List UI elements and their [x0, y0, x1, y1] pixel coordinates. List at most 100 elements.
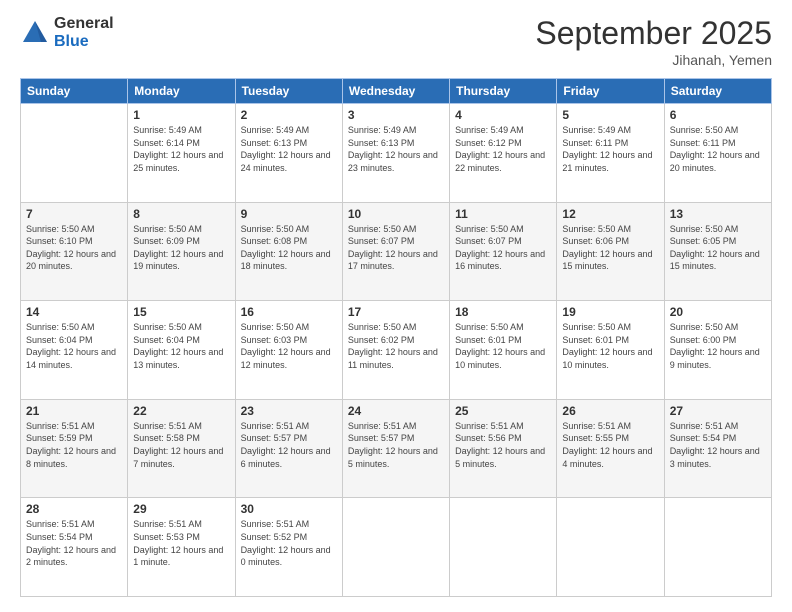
- day-info: Sunrise: 5:50 AMSunset: 6:02 PMDaylight:…: [348, 321, 444, 371]
- day-info: Sunrise: 5:51 AMSunset: 5:59 PMDaylight:…: [26, 420, 122, 470]
- calendar-cell: 21 Sunrise: 5:51 AMSunset: 5:59 PMDayligh…: [21, 399, 128, 498]
- calendar-week-row: 7 Sunrise: 5:50 AMSunset: 6:10 PMDaylight…: [21, 202, 772, 301]
- calendar-cell: 16Sunrise: 5:50 AMSunset: 6:03 PMDayligh…: [235, 301, 342, 400]
- day-info: Sunrise: 5:50 AMSunset: 6:10 PMDaylight:…: [26, 223, 122, 273]
- calendar-week-row: 28Sunrise: 5:51 AMSunset: 5:54 PMDayligh…: [21, 498, 772, 597]
- calendar-cell: 3Sunrise: 5:49 AMSunset: 6:13 PMDaylight…: [342, 104, 449, 203]
- calendar-cell: 27 Sunrise: 5:51 AMSunset: 5:54 PMDayligh…: [664, 399, 771, 498]
- calendar-cell: 9 Sunrise: 5:50 AMSunset: 6:08 PMDaylight…: [235, 202, 342, 301]
- day-number: 28: [26, 502, 122, 516]
- day-info: Sunrise: 5:50 AMSunset: 6:05 PMDaylight:…: [670, 223, 766, 273]
- day-number: 4: [455, 108, 551, 122]
- day-number: 29: [133, 502, 229, 516]
- day-info: Sunrise: 5:51 AMSunset: 5:57 PMDaylight:…: [348, 420, 444, 470]
- calendar-cell: 1Sunrise: 5:49 AMSunset: 6:14 PMDaylight…: [128, 104, 235, 203]
- calendar-cell: 15Sunrise: 5:50 AMSunset: 6:04 PMDayligh…: [128, 301, 235, 400]
- day-info: Sunrise: 5:50 AMSunset: 6:01 PMDaylight:…: [455, 321, 551, 371]
- day-info: Sunrise: 5:50 AMSunset: 6:04 PMDaylight:…: [26, 321, 122, 371]
- calendar-cell: 22 Sunrise: 5:51 AMSunset: 5:58 PMDayligh…: [128, 399, 235, 498]
- title-block: September 2025 Jihanah, Yemen: [535, 15, 772, 68]
- day-info: Sunrise: 5:50 AMSunset: 6:00 PMDaylight:…: [670, 321, 766, 371]
- calendar-cell: 28Sunrise: 5:51 AMSunset: 5:54 PMDayligh…: [21, 498, 128, 597]
- day-number: 7: [26, 207, 122, 221]
- calendar-cell: [342, 498, 449, 597]
- day-number: 1: [133, 108, 229, 122]
- day-info: Sunrise: 5:49 AMSunset: 6:12 PMDaylight:…: [455, 124, 551, 174]
- calendar-cell: 6 Sunrise: 5:50 AMSunset: 6:11 PMDaylight…: [664, 104, 771, 203]
- logo-icon: [20, 18, 50, 48]
- day-number: 5: [562, 108, 658, 122]
- day-info: Sunrise: 5:51 AMSunset: 5:57 PMDaylight:…: [241, 420, 337, 470]
- calendar-cell: 30Sunrise: 5:51 AMSunset: 5:52 PMDayligh…: [235, 498, 342, 597]
- day-number: 22: [133, 404, 229, 418]
- calendar-week-row: 21 Sunrise: 5:51 AMSunset: 5:59 PMDayligh…: [21, 399, 772, 498]
- calendar-cell: 23 Sunrise: 5:51 AMSunset: 5:57 PMDayligh…: [235, 399, 342, 498]
- calendar-cell: 14 Sunrise: 5:50 AMSunset: 6:04 PMDayligh…: [21, 301, 128, 400]
- calendar-cell: 13 Sunrise: 5:50 AMSunset: 6:05 PMDayligh…: [664, 202, 771, 301]
- day-number: 13: [670, 207, 766, 221]
- day-info: Sunrise: 5:50 AMSunset: 6:04 PMDaylight:…: [133, 321, 229, 371]
- day-number: 19: [562, 305, 658, 319]
- calendar-cell: 12Sunrise: 5:50 AMSunset: 6:06 PMDayligh…: [557, 202, 664, 301]
- calendar-cell: [664, 498, 771, 597]
- day-info: Sunrise: 5:50 AMSunset: 6:08 PMDaylight:…: [241, 223, 337, 273]
- day-number: 21: [26, 404, 122, 418]
- day-info: Sunrise: 5:51 AMSunset: 5:55 PMDaylight:…: [562, 420, 658, 470]
- calendar-cell: 17Sunrise: 5:50 AMSunset: 6:02 PMDayligh…: [342, 301, 449, 400]
- calendar-cell: 8 Sunrise: 5:50 AMSunset: 6:09 PMDaylight…: [128, 202, 235, 301]
- day-info: Sunrise: 5:49 AMSunset: 6:13 PMDaylight:…: [241, 124, 337, 174]
- column-header-monday: Monday: [128, 79, 235, 104]
- logo-general-text: General: [54, 15, 114, 33]
- column-header-saturday: Saturday: [664, 79, 771, 104]
- calendar-cell: 5Sunrise: 5:49 AMSunset: 6:11 PMDaylight…: [557, 104, 664, 203]
- calendar-cell: 10 Sunrise: 5:50 AMSunset: 6:07 PMDayligh…: [342, 202, 449, 301]
- day-info: Sunrise: 5:50 AMSunset: 6:11 PMDaylight:…: [670, 124, 766, 174]
- calendar-cell: 26 Sunrise: 5:51 AMSunset: 5:55 PMDayligh…: [557, 399, 664, 498]
- calendar-week-row: 1Sunrise: 5:49 AMSunset: 6:14 PMDaylight…: [21, 104, 772, 203]
- day-number: 8: [133, 207, 229, 221]
- column-header-friday: Friday: [557, 79, 664, 104]
- calendar-cell: 18 Sunrise: 5:50 AMSunset: 6:01 PMDayligh…: [450, 301, 557, 400]
- calendar-cell: 20Sunrise: 5:50 AMSunset: 6:00 PMDayligh…: [664, 301, 771, 400]
- column-header-wednesday: Wednesday: [342, 79, 449, 104]
- day-info: Sunrise: 5:50 AMSunset: 6:01 PMDaylight:…: [562, 321, 658, 371]
- day-number: 27: [670, 404, 766, 418]
- day-number: 6: [670, 108, 766, 122]
- day-number: 3: [348, 108, 444, 122]
- day-number: 14: [26, 305, 122, 319]
- header: General Blue September 2025 Jihanah, Yem…: [20, 15, 772, 68]
- day-number: 10: [348, 207, 444, 221]
- day-info: Sunrise: 5:50 AMSunset: 6:07 PMDaylight:…: [455, 223, 551, 273]
- day-info: Sunrise: 5:51 AMSunset: 5:58 PMDaylight:…: [133, 420, 229, 470]
- calendar-cell: [450, 498, 557, 597]
- month-title: September 2025: [535, 15, 772, 52]
- day-info: Sunrise: 5:51 AMSunset: 5:53 PMDaylight:…: [133, 518, 229, 568]
- logo: General Blue: [20, 15, 114, 50]
- calendar-cell: 19 Sunrise: 5:50 AMSunset: 6:01 PMDayligh…: [557, 301, 664, 400]
- day-number: 2: [241, 108, 337, 122]
- column-header-sunday: Sunday: [21, 79, 128, 104]
- calendar-cell: 4 Sunrise: 5:49 AMSunset: 6:12 PMDaylight…: [450, 104, 557, 203]
- day-info: Sunrise: 5:50 AMSunset: 6:07 PMDaylight:…: [348, 223, 444, 273]
- day-info: Sunrise: 5:51 AMSunset: 5:52 PMDaylight:…: [241, 518, 337, 568]
- day-number: 16: [241, 305, 337, 319]
- day-number: 25: [455, 404, 551, 418]
- calendar-cell: 24 Sunrise: 5:51 AMSunset: 5:57 PMDayligh…: [342, 399, 449, 498]
- calendar-cell: [21, 104, 128, 203]
- day-number: 9: [241, 207, 337, 221]
- day-number: 26: [562, 404, 658, 418]
- day-info: Sunrise: 5:51 AMSunset: 5:54 PMDaylight:…: [670, 420, 766, 470]
- calendar-cell: [557, 498, 664, 597]
- calendar-cell: 2 Sunrise: 5:49 AMSunset: 6:13 PMDaylight…: [235, 104, 342, 203]
- day-number: 11: [455, 207, 551, 221]
- day-number: 24: [348, 404, 444, 418]
- day-info: Sunrise: 5:50 AMSunset: 6:09 PMDaylight:…: [133, 223, 229, 273]
- column-header-thursday: Thursday: [450, 79, 557, 104]
- day-number: 18: [455, 305, 551, 319]
- logo-blue-text: Blue: [54, 33, 114, 51]
- day-number: 12: [562, 207, 658, 221]
- day-number: 23: [241, 404, 337, 418]
- column-header-tuesday: Tuesday: [235, 79, 342, 104]
- calendar-header-row: SundayMondayTuesdayWednesdayThursdayFrid…: [21, 79, 772, 104]
- calendar-cell: 29 Sunrise: 5:51 AMSunset: 5:53 PMDayligh…: [128, 498, 235, 597]
